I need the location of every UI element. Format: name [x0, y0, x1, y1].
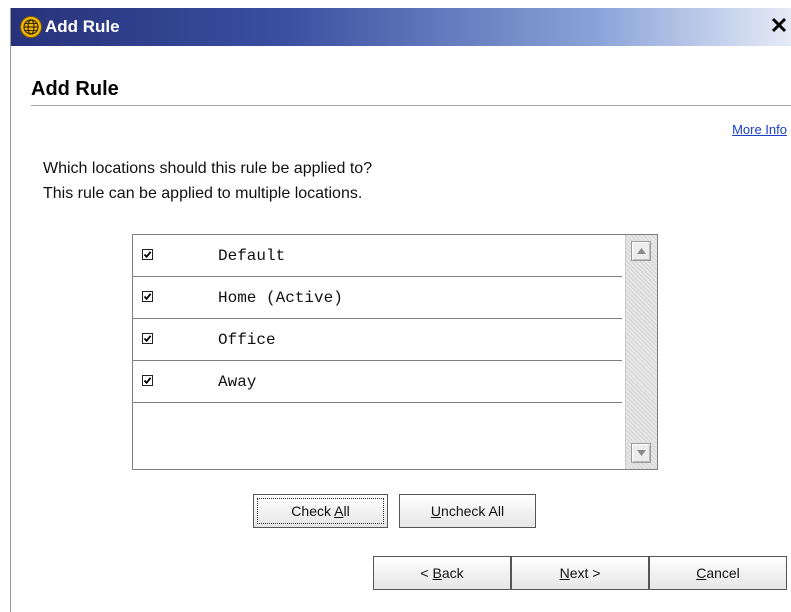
list-item-default[interactable]: Default: [133, 235, 622, 277]
more-info-link[interactable]: More Info: [732, 122, 787, 137]
button-label-post: ack: [441, 565, 464, 581]
heading-divider: [31, 105, 791, 106]
list-item-home[interactable]: Home (Active): [133, 277, 622, 319]
location-checkbox[interactable]: [142, 249, 153, 260]
close-button[interactable]: [768, 16, 790, 38]
button-label-post: ncheck All: [441, 503, 505, 519]
back-button[interactable]: < Back: [373, 556, 511, 590]
locations-rows: Default Home (Active) Office Away: [133, 235, 622, 403]
next-button[interactable]: Next >: [511, 556, 649, 590]
location-label: Default: [218, 247, 286, 265]
locations-list[interactable]: Default Home (Active) Office Away: [132, 234, 658, 470]
button-label-accelerator: N: [559, 565, 570, 581]
uncheck-all-button[interactable]: Uncheck All: [399, 494, 536, 528]
button-label-accelerator: C: [696, 565, 707, 581]
location-label: Office: [218, 331, 276, 349]
window-title: Add Rule: [45, 17, 120, 36]
add-rule-dialog: Add Rule Add Rule More Info Which locati…: [10, 8, 791, 612]
scroll-up-button[interactable]: [631, 241, 651, 261]
button-label-post: ext >: [569, 565, 601, 581]
location-label: Home (Active): [218, 289, 343, 307]
button-label-pre: <: [420, 565, 433, 581]
prompt-question: Which locations should this rule be appl…: [43, 160, 373, 177]
location-checkbox[interactable]: [142, 291, 153, 302]
close-icon: [771, 17, 787, 33]
title-bar[interactable]: Add Rule: [11, 8, 791, 46]
location-checkbox[interactable]: [142, 375, 153, 386]
button-label-post: ancel: [706, 565, 740, 581]
scroll-down-button[interactable]: [631, 443, 651, 463]
list-item-away[interactable]: Away: [133, 361, 622, 403]
page-title: Add Rule: [31, 78, 119, 100]
vertical-scrollbar[interactable]: [625, 235, 657, 469]
scroll-down-arrow-icon: [637, 450, 646, 456]
scroll-up-arrow-icon: [637, 248, 646, 254]
prompt-hint: This rule can be applied to multiple loc…: [43, 185, 363, 202]
location-label: Away: [218, 373, 257, 391]
focus-ring: [257, 498, 384, 524]
check-all-button[interactable]: Check All: [253, 494, 388, 528]
location-checkbox[interactable]: [142, 333, 153, 344]
button-label-accelerator: B: [432, 565, 442, 581]
button-label-accelerator: U: [430, 503, 442, 519]
globe-icon: [20, 16, 42, 38]
list-item-office[interactable]: Office: [133, 319, 622, 361]
cancel-button[interactable]: Cancel: [649, 556, 787, 590]
